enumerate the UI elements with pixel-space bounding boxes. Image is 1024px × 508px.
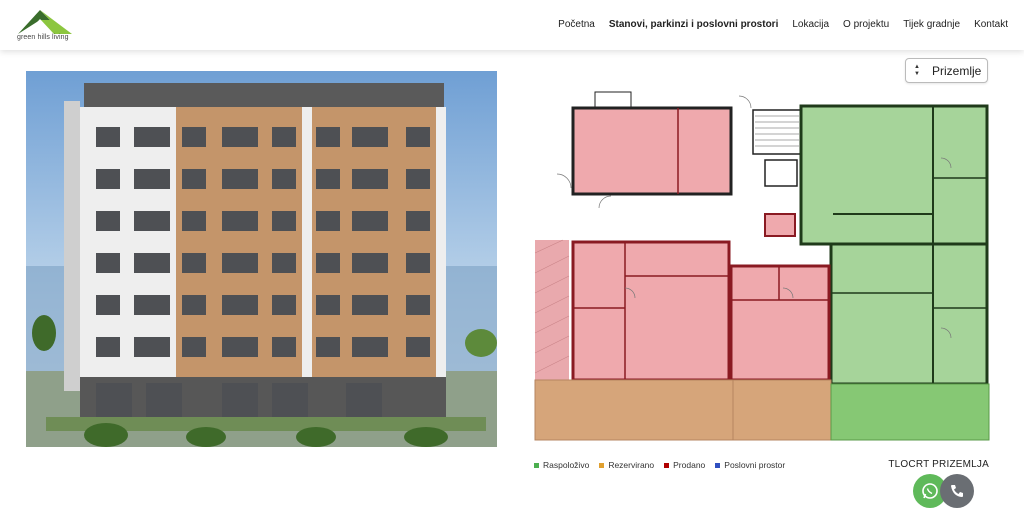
legend-label: Poslovni prostor — [724, 460, 786, 470]
legend-sold: Prodano — [664, 460, 705, 470]
unit-top-right-available[interactable] — [799, 104, 989, 246]
phone-button[interactable] — [940, 474, 974, 508]
nav-item-o-projektu[interactable]: O projektu — [843, 19, 889, 30]
garden-reserved-2[interactable] — [732, 379, 832, 441]
nav-item-kontakt[interactable]: Kontakt — [974, 19, 1008, 30]
floor-stepper[interactable]: ▲ ▼ — [910, 64, 924, 78]
garden-reserved-1[interactable] — [534, 379, 734, 441]
building-render — [26, 71, 497, 447]
phone-icon — [951, 485, 963, 497]
legend-dot-sold — [664, 462, 670, 468]
legend-dot-available — [534, 462, 539, 468]
chevron-up-icon[interactable]: ▲ — [914, 64, 920, 71]
floor-select[interactable]: ▲ ▼ Prizemlje — [905, 58, 988, 83]
nav-item-lokacija[interactable]: Lokacija — [792, 19, 829, 30]
legend-dot-business — [715, 462, 721, 468]
site-header: green hills living Početna Stanovi, park… — [0, 0, 1024, 50]
floor-plan — [533, 88, 991, 444]
terrace-hatch — [535, 240, 569, 380]
legend-business: Poslovni prostor — [715, 460, 785, 470]
legend-reserved: Rezervirano — [599, 460, 654, 470]
storage-sold[interactable] — [764, 213, 796, 237]
floor-select-value: Prizemlje — [932, 63, 982, 78]
logo-roof-icon — [18, 10, 72, 34]
legend-label: Prodano — [673, 460, 706, 470]
unit-bottom-right-available[interactable] — [829, 242, 989, 386]
legend-label: Raspoloživo — [543, 460, 590, 470]
main-nav: Početna Stanovi, parkinzi i poslovni pro… — [558, 19, 1008, 30]
unit-bottom-left-sold[interactable] — [571, 240, 731, 382]
nav-item-pocetna[interactable]: Početna — [558, 19, 595, 30]
plan-caption: TLOCRT PRIZEMLJA — [888, 459, 989, 470]
status-legend: Raspoloživo Rezervirano Prodano Poslovni… — [534, 460, 785, 470]
chevron-down-icon[interactable]: ▼ — [914, 71, 920, 78]
whatsapp-icon — [922, 483, 938, 499]
logo-text: green hills living — [17, 34, 69, 41]
unit-bottom-middle-sold[interactable] — [729, 264, 831, 382]
legend-dot-reserved — [599, 462, 605, 468]
legend-label: Rezervirano — [608, 460, 655, 470]
nav-item-tijek-gradnje[interactable]: Tijek gradnje — [903, 19, 960, 30]
garden-available[interactable] — [830, 383, 990, 441]
nav-item-stanovi[interactable]: Stanovi, parkinzi i poslovni prostori — [609, 19, 778, 30]
staircase — [752, 109, 802, 155]
unit-top-left-sold[interactable] — [571, 106, 733, 196]
legend-available: Raspoloživo — [534, 460, 589, 470]
